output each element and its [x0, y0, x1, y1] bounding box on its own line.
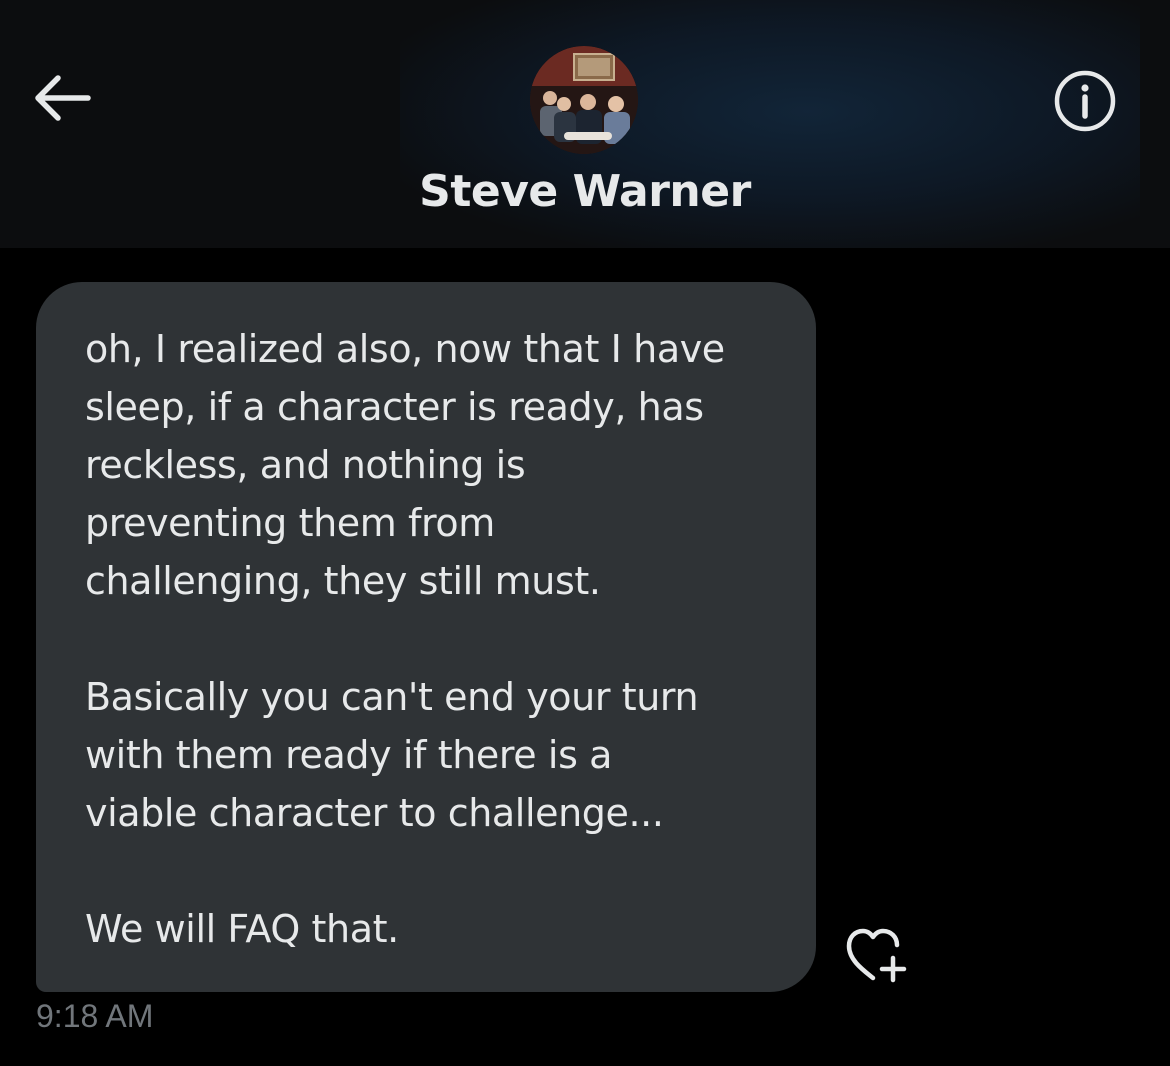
- arrow-left-icon: [35, 75, 91, 121]
- back-button[interactable]: [30, 70, 92, 126]
- profile-photo: [530, 46, 638, 154]
- info-button[interactable]: [1052, 68, 1118, 134]
- add-reaction-button[interactable]: [843, 926, 909, 986]
- avatar[interactable]: [530, 46, 638, 154]
- heart-plus-icon: [846, 928, 907, 983]
- message-timestamp: 9:18 AM: [36, 998, 154, 1034]
- conversation-header: Steve Warner: [0, 0, 1170, 248]
- info-circle-icon: [1054, 70, 1116, 132]
- message-text: oh, I realized also, now that I have sle…: [85, 327, 725, 951]
- contact-name[interactable]: Steve Warner: [0, 166, 1170, 217]
- message-bubble[interactable]: oh, I realized also, now that I have sle…: [36, 282, 816, 992]
